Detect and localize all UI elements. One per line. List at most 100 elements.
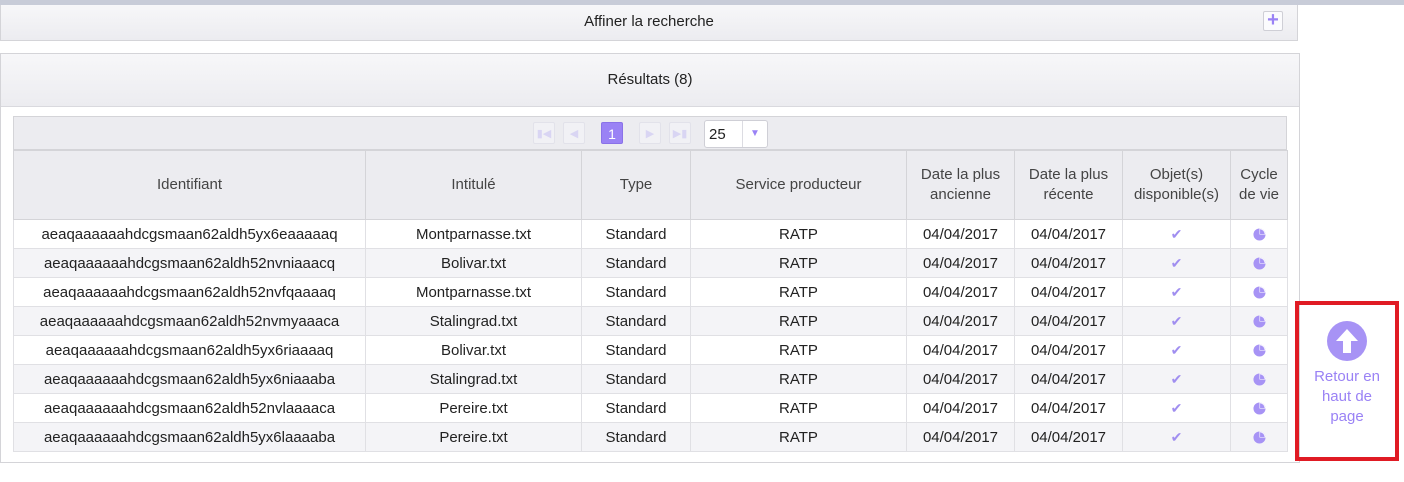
column-header-identifiant[interactable]: Identifiant xyxy=(13,150,366,220)
cell-objets-disponibles: ✔ xyxy=(1122,306,1231,336)
table-row[interactable]: aeaqaaaaaahdcgsmaan62aldh5yx6laaaaba Pere… xyxy=(13,422,1288,452)
pie-chart-icon[interactable] xyxy=(1252,315,1266,328)
cell-identifiant: aeaqaaaaaahdcgsmaan62aldh52nvmyaaaca xyxy=(13,306,366,336)
cell-date-recente: 04/04/2017 xyxy=(1014,364,1123,394)
cell-date-ancienne: 04/04/2017 xyxy=(906,422,1015,452)
pie-chart-icon[interactable] xyxy=(1252,257,1266,270)
table-row[interactable]: aeaqaaaaaahdcgsmaan62aldh5yx6eaaaaaq Mont… xyxy=(13,219,1288,249)
checkmark-icon: ✔ xyxy=(1170,225,1183,242)
cell-date-recente: 04/04/2017 xyxy=(1014,277,1123,307)
results-table: Identifiant Intitulé Type Service produc… xyxy=(13,150,1288,452)
cell-intitule: Bolivar.txt xyxy=(365,248,582,278)
cell-objets-disponibles: ✔ xyxy=(1122,393,1231,423)
cell-type: Standard xyxy=(581,248,691,278)
results-title: Résultats (8) xyxy=(1,54,1299,107)
plus-icon[interactable]: + xyxy=(1263,10,1283,31)
pie-chart-icon[interactable] xyxy=(1252,344,1266,357)
per-page-select[interactable]: 25 ▼ xyxy=(704,120,768,148)
results-panel: Résultats (8) ▮◀ ◀ 1 ▶ ▶▮ 25 ▼ Identifia… xyxy=(0,53,1300,463)
next-page-icon[interactable]: ▶ xyxy=(639,122,661,144)
refine-search-title[interactable]: Affiner la recherche xyxy=(1,13,1297,30)
cell-type: Standard xyxy=(581,393,691,423)
checkmark-icon: ✔ xyxy=(1170,341,1183,358)
column-header-objets-disponibles[interactable]: Objet(s) disponible(s) xyxy=(1122,150,1231,220)
cell-date-recente: 04/04/2017 xyxy=(1014,306,1123,336)
cell-date-ancienne: 04/04/2017 xyxy=(906,277,1015,307)
cell-date-recente: 04/04/2017 xyxy=(1014,248,1123,278)
cell-service-producteur: RATP xyxy=(690,422,907,452)
cell-date-ancienne: 04/04/2017 xyxy=(906,335,1015,365)
table-row[interactable]: aeaqaaaaaahdcgsmaan62aldh5yx6riaaaaq Boli… xyxy=(13,335,1288,365)
cell-intitule: Montparnasse.txt xyxy=(365,277,582,307)
back-to-top-button[interactable]: Retour en haut de page xyxy=(1295,301,1399,461)
cell-date-ancienne: 04/04/2017 xyxy=(906,248,1015,278)
cell-service-producteur: RATP xyxy=(690,277,907,307)
pie-chart-icon[interactable] xyxy=(1252,228,1266,241)
column-header-service-producteur[interactable]: Service producteur xyxy=(690,150,907,220)
checkmark-icon: ✔ xyxy=(1170,370,1183,387)
arrow-up-circle-icon[interactable] xyxy=(1327,321,1367,361)
column-header-intitule[interactable]: Intitulé xyxy=(365,150,582,220)
cell-date-recente: 04/04/2017 xyxy=(1014,422,1123,452)
back-to-top-label[interactable]: Retour en haut de page xyxy=(1299,367,1395,427)
cell-service-producteur: RATP xyxy=(690,306,907,336)
column-header-type[interactable]: Type xyxy=(581,150,691,220)
table-row[interactable]: aeaqaaaaaahdcgsmaan62aldh5yx6niaaaba Stal… xyxy=(13,364,1288,394)
last-page-icon[interactable]: ▶▮ xyxy=(669,122,691,144)
cell-date-ancienne: 04/04/2017 xyxy=(906,219,1015,249)
column-header-date-recente[interactable]: Date la plus récente xyxy=(1014,150,1123,220)
cell-identifiant: aeaqaaaaaahdcgsmaan62aldh5yx6eaaaaaq xyxy=(13,219,366,249)
table-row[interactable]: aeaqaaaaaahdcgsmaan62aldh52nvmyaaaca Stal… xyxy=(13,306,1288,336)
cell-cycle-de-vie xyxy=(1230,219,1288,249)
cell-intitule: Pereire.txt xyxy=(365,393,582,423)
cell-identifiant: aeaqaaaaaahdcgsmaan62aldh52nvlaaaaca xyxy=(13,393,366,423)
cell-identifiant: aeaqaaaaaahdcgsmaan62aldh52nvfqaaaaq xyxy=(13,277,366,307)
previous-page-icon[interactable]: ◀ xyxy=(563,122,585,144)
cell-date-ancienne: 04/04/2017 xyxy=(906,393,1015,423)
cell-identifiant: aeaqaaaaaahdcgsmaan62aldh52nvniaaacq xyxy=(13,248,366,278)
table-header-row: Identifiant Intitulé Type Service produc… xyxy=(13,150,1288,220)
refine-search-panel[interactable]: Affiner la recherche + xyxy=(0,5,1298,41)
cell-service-producteur: RATP xyxy=(690,364,907,394)
cell-date-recente: 04/04/2017 xyxy=(1014,219,1123,249)
cell-cycle-de-vie xyxy=(1230,306,1288,336)
pie-chart-icon[interactable] xyxy=(1252,431,1266,444)
results-grid: ▮◀ ◀ 1 ▶ ▶▮ 25 ▼ Identifiant Intitulé Ty… xyxy=(13,116,1288,452)
table-row[interactable]: aeaqaaaaaahdcgsmaan62aldh52nvlaaaaca Pere… xyxy=(13,393,1288,423)
cell-type: Standard xyxy=(581,422,691,452)
pie-chart-icon[interactable] xyxy=(1252,373,1266,386)
cell-objets-disponibles: ✔ xyxy=(1122,248,1231,278)
cell-type: Standard xyxy=(581,277,691,307)
current-page-button[interactable]: 1 xyxy=(601,122,623,144)
cell-intitule: Stalingrad.txt xyxy=(365,306,582,336)
cell-service-producteur: RATP xyxy=(690,219,907,249)
cell-cycle-de-vie xyxy=(1230,393,1288,423)
checkmark-icon: ✔ xyxy=(1170,283,1183,300)
cell-service-producteur: RATP xyxy=(690,335,907,365)
cell-service-producteur: RATP xyxy=(690,248,907,278)
checkmark-icon: ✔ xyxy=(1170,312,1183,329)
checkmark-icon: ✔ xyxy=(1170,254,1183,271)
cell-cycle-de-vie xyxy=(1230,277,1288,307)
table-row[interactable]: aeaqaaaaaahdcgsmaan62aldh52nvfqaaaaq Mont… xyxy=(13,277,1288,307)
cell-objets-disponibles: ✔ xyxy=(1122,277,1231,307)
cell-cycle-de-vie xyxy=(1230,248,1288,278)
column-header-cycle-de-vie[interactable]: Cycle de vie xyxy=(1230,150,1288,220)
cell-intitule: Bolivar.txt xyxy=(365,335,582,365)
pie-chart-icon[interactable] xyxy=(1252,402,1266,415)
first-page-icon[interactable]: ▮◀ xyxy=(533,122,555,144)
chevron-down-icon[interactable]: ▼ xyxy=(742,121,767,147)
table-row[interactable]: aeaqaaaaaahdcgsmaan62aldh52nvniaaacq Boli… xyxy=(13,248,1288,278)
cell-identifiant: aeaqaaaaaahdcgsmaan62aldh5yx6riaaaaq xyxy=(13,335,366,365)
cell-intitule: Stalingrad.txt xyxy=(365,364,582,394)
cell-objets-disponibles: ✔ xyxy=(1122,422,1231,452)
cell-intitule: Pereire.txt xyxy=(365,422,582,452)
cell-objets-disponibles: ✔ xyxy=(1122,219,1231,249)
cell-objets-disponibles: ✔ xyxy=(1122,364,1231,394)
cell-type: Standard xyxy=(581,335,691,365)
pie-chart-icon[interactable] xyxy=(1252,286,1266,299)
column-header-date-ancienne[interactable]: Date la plus ancienne xyxy=(906,150,1015,220)
cell-cycle-de-vie xyxy=(1230,335,1288,365)
cell-objets-disponibles: ✔ xyxy=(1122,335,1231,365)
cell-identifiant: aeaqaaaaaahdcgsmaan62aldh5yx6laaaaba xyxy=(13,422,366,452)
